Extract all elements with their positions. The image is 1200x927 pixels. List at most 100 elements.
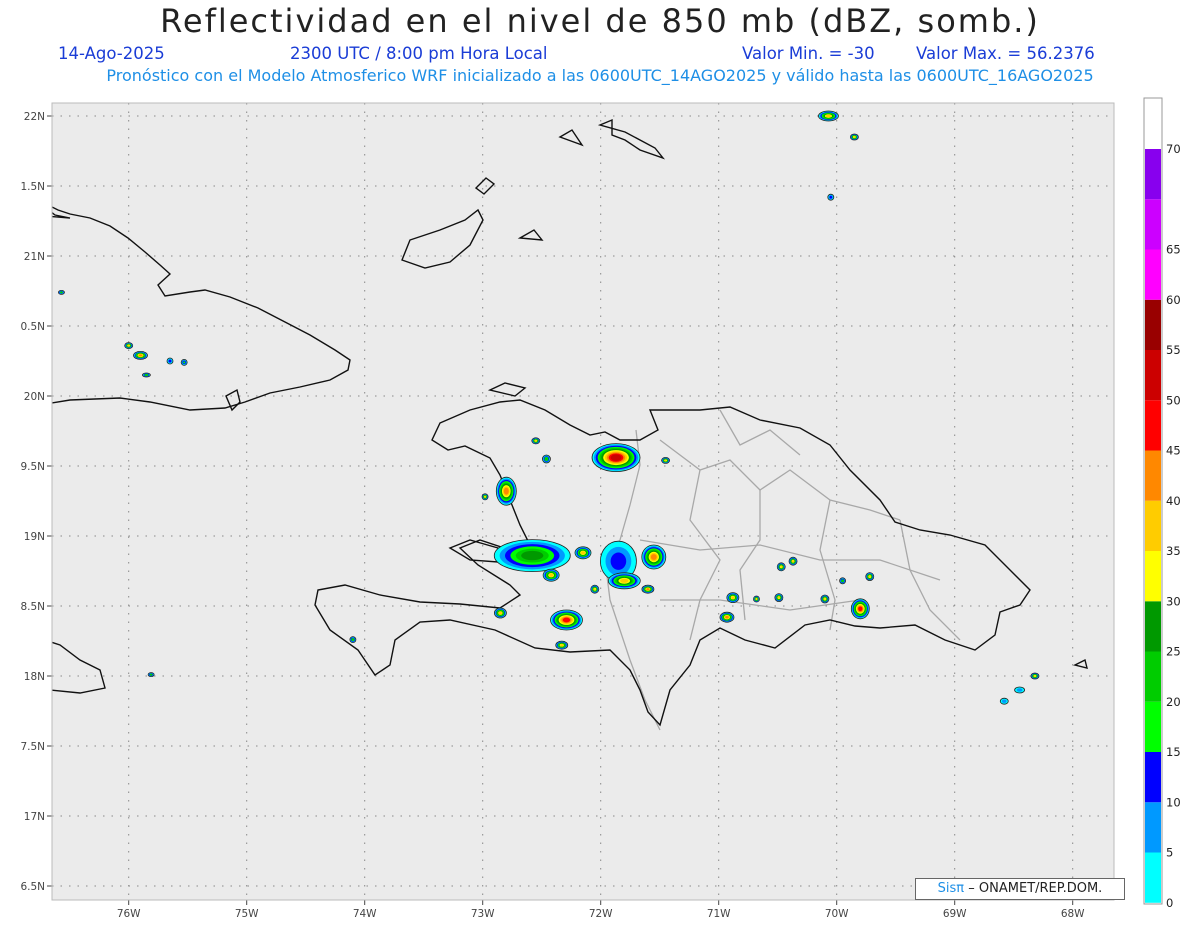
cell-band xyxy=(560,644,564,647)
reflectivity-cell xyxy=(531,437,541,445)
reflectivity-cell xyxy=(820,594,830,604)
cell-band xyxy=(825,114,832,118)
colorbar-label: 15 xyxy=(1166,745,1181,759)
cell-band xyxy=(60,291,63,294)
reflectivity-cell xyxy=(818,110,839,122)
lon-tick-label: 75W xyxy=(235,908,259,920)
colorbar-label: 10 xyxy=(1166,795,1181,809)
reflectivity-map: 76W 75W 74W 73W 72W 71W 70W 69W 68W 22N 1.5N 21N 0.5… xyxy=(20,97,1181,920)
colorbar-label: 0 xyxy=(1166,896,1173,910)
sispi-logo: Sisπ xyxy=(937,881,965,896)
reflectivity-cell xyxy=(555,640,569,650)
reflectivity-cell xyxy=(542,454,551,464)
reflectivity-cell xyxy=(753,595,760,603)
reflectivity-cell xyxy=(1030,672,1040,680)
reflectivity-cell xyxy=(999,697,1009,705)
cell-band xyxy=(580,551,586,555)
reflectivity-cell xyxy=(788,556,798,566)
lat-tick-label: 18N xyxy=(24,671,45,683)
cell-band xyxy=(503,487,509,495)
lon-tick-label: 73W xyxy=(471,908,495,920)
cell-band xyxy=(610,454,622,461)
reflectivity-cell xyxy=(147,672,155,677)
colorbar-label: 60 xyxy=(1166,293,1181,307)
colorbar-swatch xyxy=(1145,601,1161,652)
colorbar-swatch xyxy=(1145,500,1161,551)
cell-band xyxy=(829,195,833,199)
colorbar-label: 5 xyxy=(1166,846,1173,860)
lon-tick-label: 76W xyxy=(117,908,141,920)
reflectivity-cell xyxy=(166,357,174,365)
cell-band xyxy=(562,617,571,623)
cell-band xyxy=(1033,675,1036,677)
colorbar-swatch xyxy=(1145,651,1161,702)
colorbar-label: 20 xyxy=(1166,695,1181,709)
colorbar-label: 30 xyxy=(1166,594,1181,608)
lon-tick-label: 70W xyxy=(825,908,849,920)
reflectivity-cell xyxy=(574,546,592,560)
lon-tick-label: 71W xyxy=(707,908,731,920)
reflectivity-cell xyxy=(493,539,571,572)
colorbar-swatch xyxy=(1145,350,1161,401)
cell-band xyxy=(853,136,856,138)
reflectivity-cell xyxy=(58,289,65,295)
cell-band xyxy=(1016,688,1023,692)
cell-band xyxy=(138,354,143,357)
colorbar-swatch xyxy=(1145,149,1161,200)
colorbar-label: 45 xyxy=(1166,444,1181,458)
reflectivity-cell xyxy=(591,443,641,473)
reflectivity-cell xyxy=(776,562,786,572)
colorbar-label: 50 xyxy=(1166,393,1181,407)
cell-band xyxy=(521,550,544,561)
colorbar-swatch xyxy=(1145,551,1161,602)
lat-tick-label: 20N xyxy=(24,391,45,403)
credit-box: Sisπ – ONAMET/REP.DOM. xyxy=(915,878,1125,900)
lat-tick-label: 21N xyxy=(24,251,45,263)
colorbar-label: 40 xyxy=(1166,494,1181,508)
cell-band xyxy=(780,565,783,568)
reflectivity-cell xyxy=(542,568,560,582)
colorbar-swatch xyxy=(1145,701,1161,752)
lon-tick-label: 74W xyxy=(353,908,377,920)
lat-tick-label: 17N xyxy=(24,811,45,823)
colorbar-label: 25 xyxy=(1166,645,1181,659)
cell-band xyxy=(127,344,130,347)
lat-tick-label: 7.5N xyxy=(20,741,45,753)
colorbar-swatch xyxy=(1145,450,1161,501)
cell-band xyxy=(145,374,148,376)
reflectivity-cell xyxy=(850,598,870,620)
reflectivity-cell xyxy=(493,607,507,619)
colorbar-swatch xyxy=(1145,752,1161,803)
reflectivity-cell xyxy=(774,593,784,602)
cell-band xyxy=(777,596,780,599)
lat-tick-label: 1.5N xyxy=(20,181,45,193)
reflectivity-cell xyxy=(641,544,667,570)
colorbar-label: 55 xyxy=(1166,343,1181,357)
cell-band xyxy=(498,611,502,615)
colorbar-swatch xyxy=(1145,400,1161,451)
reflectivity-cell xyxy=(133,350,148,360)
reflectivity-cell xyxy=(180,358,188,366)
credit-text: – ONAMET/REP.DOM. xyxy=(968,881,1103,896)
reflectivity-cell xyxy=(726,592,740,603)
cell-band xyxy=(725,615,729,619)
reflectivity-cell xyxy=(719,611,735,623)
cell-band xyxy=(150,673,153,676)
reflectivity-cell xyxy=(550,609,583,631)
colorbar-swatch xyxy=(1145,802,1161,853)
cell-band xyxy=(664,459,667,462)
reflectivity-cell xyxy=(124,342,134,350)
cell-band xyxy=(731,596,735,599)
cell-band xyxy=(792,560,795,563)
reflectivity-cell xyxy=(661,456,670,464)
reflectivity-cell xyxy=(850,133,859,141)
reflectivity-cell xyxy=(865,572,875,581)
reflectivity-cell xyxy=(495,476,517,506)
cell-band xyxy=(841,579,844,582)
reflectivity-cell xyxy=(141,372,151,378)
lon-tick-label: 72W xyxy=(589,908,613,920)
colorbar-label: 65 xyxy=(1166,243,1181,257)
colorbar-swatch xyxy=(1145,249,1161,300)
lat-tick-label: 6.5N xyxy=(20,881,45,893)
colorbar-swatch xyxy=(1145,852,1161,903)
